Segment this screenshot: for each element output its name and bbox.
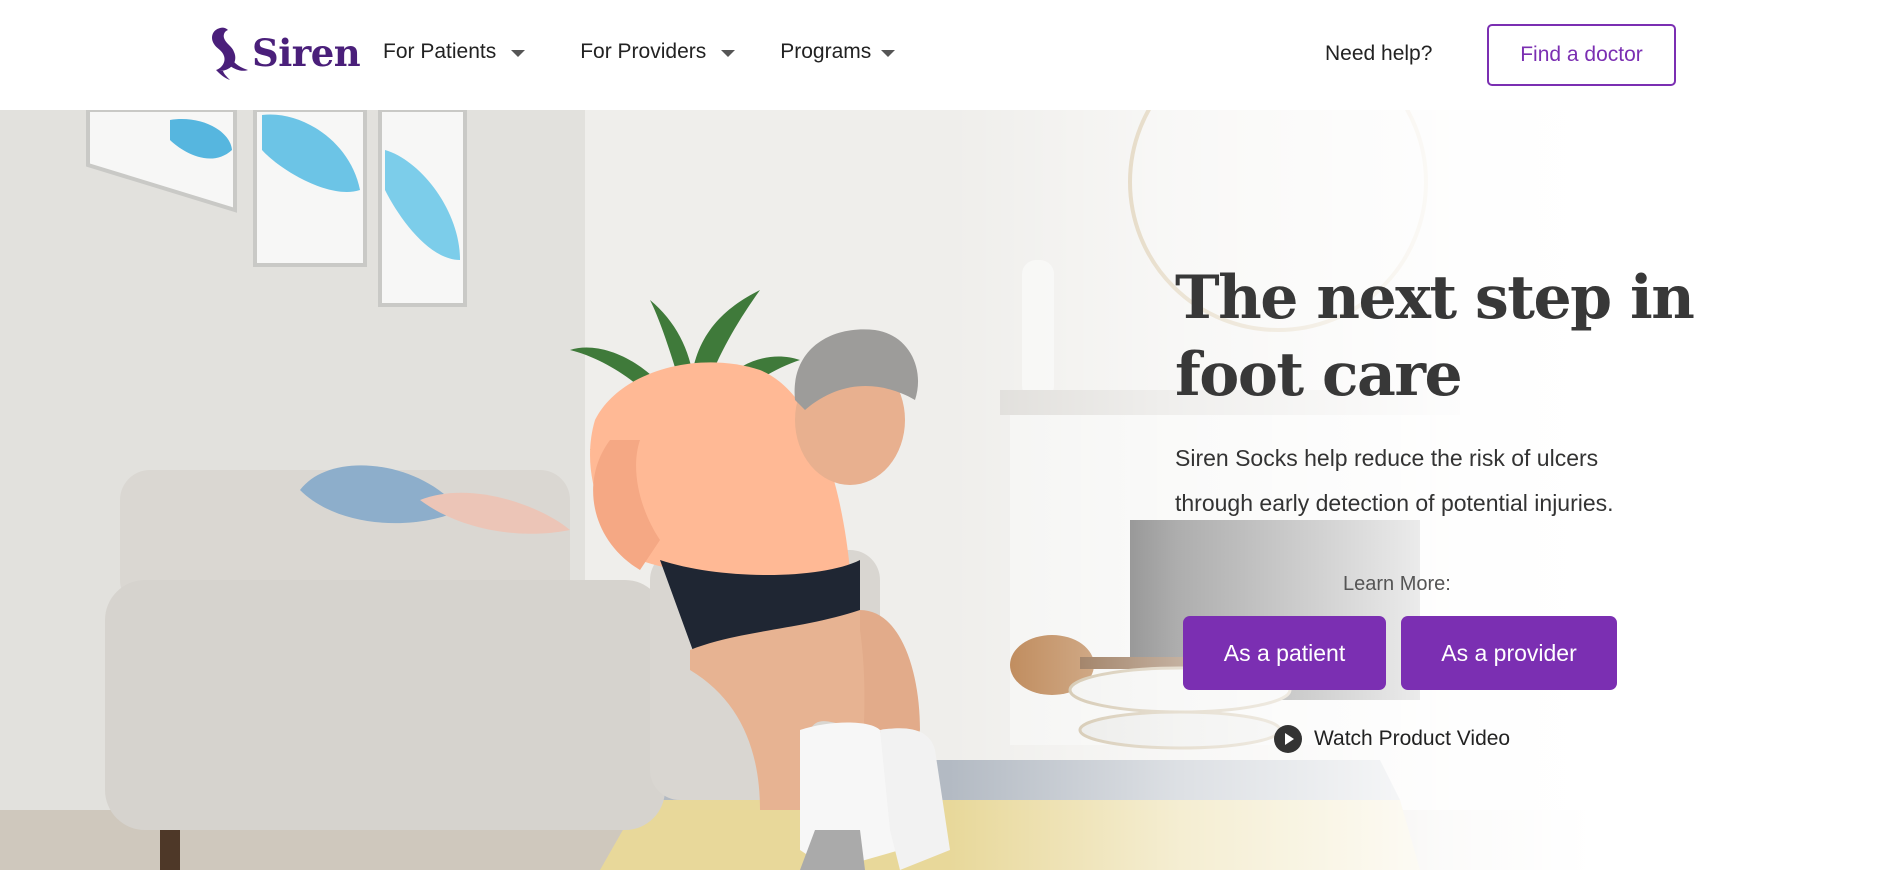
hero-section: The next step in foot care Siren Socks h…: [0, 110, 1898, 870]
site-header: Siren For Patients For Providers Program…: [0, 0, 1898, 110]
cta-area: Learn More: As a patient As a provider W…: [1175, 110, 1695, 870]
chevron-down-icon: [881, 50, 896, 57]
mermaid-logo-icon: [212, 27, 248, 80]
learn-more-label: Learn More:: [1343, 573, 1451, 595]
chevron-down-icon: [511, 50, 526, 57]
nav-item-programs[interactable]: Programs: [780, 40, 896, 64]
video-link-label: Watch Product Video: [1314, 727, 1511, 750]
cta-row: As a patient As a provider: [1183, 616, 1617, 690]
find-a-doctor-button[interactable]: Find a doctor: [1487, 24, 1676, 86]
chevron-down-icon: [721, 50, 736, 57]
need-help-link[interactable]: Need help?: [1325, 42, 1432, 66]
as-a-patient-button[interactable]: As a patient: [1183, 616, 1386, 690]
nav-item-label: Programs: [780, 40, 872, 63]
nav-item-label: For Patients: [383, 40, 497, 63]
nav-item-label: For Providers: [580, 40, 707, 63]
nav-item-for-patients[interactable]: For Patients: [383, 40, 526, 64]
main-nav: For Patients For Providers Programs: [383, 40, 950, 64]
watch-product-video-link[interactable]: Watch Product Video: [1274, 725, 1510, 753]
nav-item-for-providers[interactable]: For Providers: [580, 40, 736, 64]
play-icon: [1274, 725, 1302, 753]
as-a-provider-button[interactable]: As a provider: [1401, 616, 1617, 690]
brand-name: Siren: [252, 31, 361, 75]
siren-logo[interactable]: Siren: [206, 24, 361, 82]
